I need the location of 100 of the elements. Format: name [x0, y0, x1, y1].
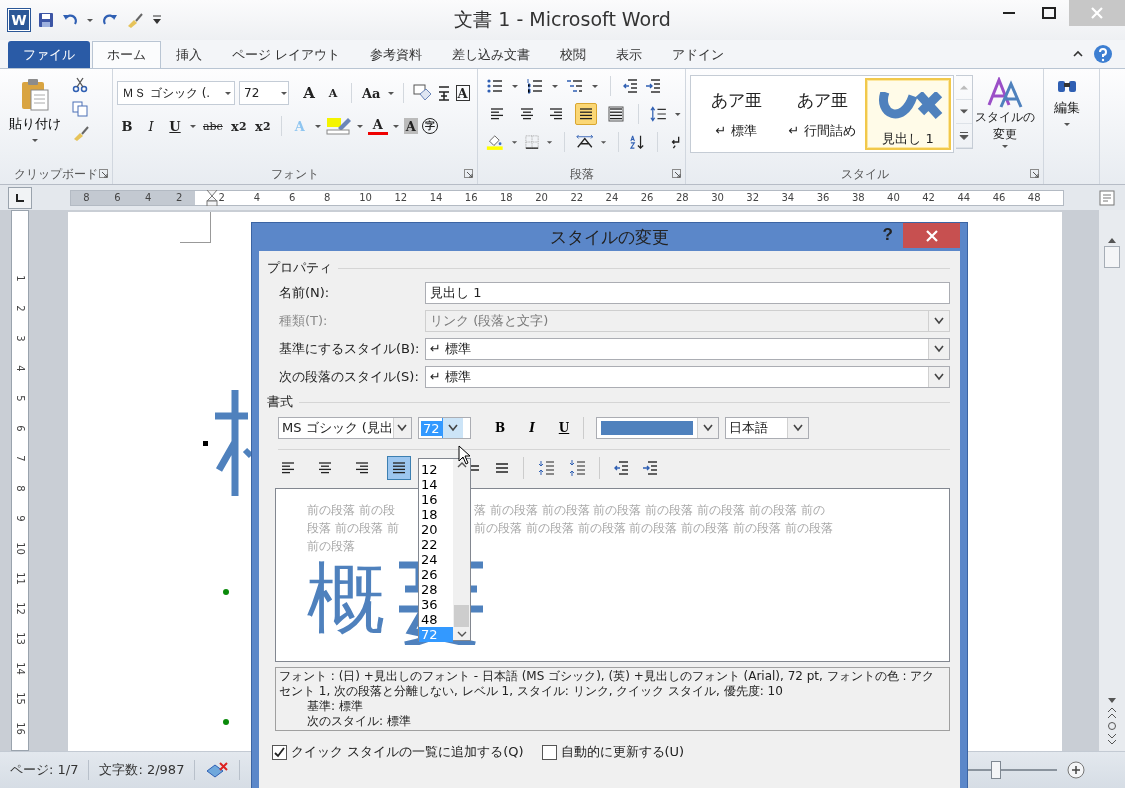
strikethrough-button[interactable]: abc: [201, 115, 225, 137]
size-option[interactable]: 48: [419, 612, 453, 627]
text-spacing-icon[interactable]: [575, 134, 594, 150]
ruler-toggle-icon[interactable]: [1099, 189, 1115, 206]
dialog-launcher-icon[interactable]: [99, 169, 108, 178]
caret-icon[interactable]: [86, 16, 94, 24]
font-size-combo[interactable]: 72: [239, 81, 289, 105]
numbering-icon[interactable]: [526, 78, 544, 94]
font-color-button[interactable]: A: [367, 117, 388, 135]
grow-font-button[interactable]: A: [299, 82, 319, 104]
size-option[interactable]: 22: [419, 537, 453, 552]
ribbon-tab[interactable]: ページ レイアウト: [217, 41, 356, 68]
language-dropdown[interactable]: 日本語: [725, 417, 809, 439]
scroll-down-icon[interactable]: [1107, 697, 1117, 705]
scroll-up-icon[interactable]: [1107, 236, 1117, 244]
caret-icon[interactable]: [355, 122, 364, 130]
save-icon[interactable]: [38, 12, 54, 28]
ribbon-tab[interactable]: 表示: [601, 41, 658, 68]
bold-button[interactable]: B: [487, 417, 513, 439]
italic-button[interactable]: I: [141, 115, 161, 137]
increase-indent-icon[interactable]: [645, 78, 661, 94]
caret-icon[interactable]: [189, 122, 197, 130]
previous-page-icon[interactable]: [1107, 707, 1117, 719]
file-tab[interactable]: ファイル: [8, 41, 90, 68]
style-gallery-item[interactable]: あア亜 ↵ 行間詰め: [779, 78, 865, 150]
dialog-launcher-icon[interactable]: [464, 169, 473, 178]
page-count[interactable]: ページ: 1/7: [10, 761, 79, 779]
decrease-indent-icon[interactable]: [622, 78, 638, 94]
scroll-thumb[interactable]: [1104, 246, 1120, 268]
caret-icon[interactable]: [224, 89, 232, 97]
zoom-thumb[interactable]: [990, 761, 1001, 779]
brush-icon[interactable]: [126, 12, 144, 28]
decrease-spacing-icon[interactable]: [568, 459, 586, 477]
size-option[interactable]: 18: [419, 507, 453, 522]
increase-indent-icon[interactable]: [642, 460, 658, 476]
decrease-indent-icon[interactable]: [613, 460, 629, 476]
italic-button[interactable]: I: [519, 417, 545, 439]
font-name-combo[interactable]: ＭＳ ゴシック (.: [117, 81, 235, 105]
caret-icon[interactable]: [673, 110, 682, 118]
proofing-icon[interactable]: [205, 761, 230, 779]
caret-icon[interactable]: [391, 122, 400, 130]
tab-selector[interactable]: [8, 186, 32, 209]
size-option[interactable]: 16: [419, 492, 453, 507]
caret-icon[interactable]: [280, 89, 288, 97]
ribbon-tab[interactable]: アドイン: [657, 41, 740, 68]
change-case-button[interactable]: Aa: [360, 82, 383, 104]
ribbon-tab[interactable]: 参考資料: [355, 41, 438, 68]
size-option[interactable]: 36: [419, 597, 453, 612]
font-color-dropdown[interactable]: [596, 417, 719, 439]
caret-icon[interactable]: [600, 138, 608, 146]
caret-icon[interactable]: [313, 122, 322, 130]
style-gallery-item[interactable]: あア亜 ↵ 標準: [693, 78, 779, 150]
paste-button[interactable]: 貼り付け: [4, 73, 66, 164]
character-border-button[interactable]: A: [455, 85, 470, 101]
ribbon-tab[interactable]: ホーム: [92, 41, 161, 68]
checkbox-label[interactable]: 自動的に更新する(U): [560, 743, 685, 761]
checkbox[interactable]: [541, 744, 557, 760]
shrink-font-button[interactable]: A: [323, 82, 343, 104]
size-option[interactable]: 26: [419, 567, 453, 582]
caret-icon[interactable]: [386, 89, 395, 97]
help-icon[interactable]: [1093, 44, 1113, 64]
underline-button[interactable]: U: [165, 115, 185, 137]
bold-button[interactable]: B: [117, 115, 137, 137]
word-count[interactable]: 文字数: 2/987: [99, 761, 185, 779]
copy-icon[interactable]: [72, 101, 88, 117]
ribbon-tab[interactable]: 挿入: [161, 41, 217, 68]
customize-caret-icon[interactable]: [152, 14, 162, 26]
editing-button[interactable]: 編集: [1048, 73, 1086, 164]
paint-bucket-icon[interactable]: [486, 133, 504, 151]
bullets-icon[interactable]: [486, 78, 504, 94]
brush-icon[interactable]: [72, 125, 90, 141]
caret-icon[interactable]: [545, 138, 553, 146]
scroll-thumb[interactable]: [454, 605, 469, 627]
scissors-icon[interactable]: [72, 77, 88, 93]
character-shading-button[interactable]: A: [403, 118, 418, 134]
increase-spacing-icon[interactable]: [537, 459, 555, 477]
input-field[interactable]: 見出し 1: [425, 282, 950, 304]
size-option[interactable]: 20: [419, 522, 453, 537]
checkbox-label[interactable]: クイック スタイルの一覧に追加する(Q): [291, 743, 524, 761]
collapse-ribbon-icon[interactable]: [1073, 50, 1083, 58]
sort-icon[interactable]: [630, 133, 646, 151]
size-option[interactable]: 14: [419, 477, 453, 492]
size-option[interactable]: 12: [419, 462, 453, 477]
change-styles-button[interactable]: スタイルの 変更: [975, 75, 1035, 152]
dropdown-field[interactable]: ↵ 標準: [425, 366, 950, 388]
multilevel-list-icon[interactable]: [566, 78, 584, 94]
underline-button[interactable]: U: [551, 417, 577, 439]
highlighter-icon[interactable]: [325, 117, 352, 135]
size-option[interactable]: 24: [419, 552, 453, 567]
size-option[interactable]: 28: [419, 582, 453, 597]
dialog-launcher-icon[interactable]: [672, 169, 681, 178]
align-justify-button[interactable]: [387, 456, 411, 480]
checkbox[interactable]: [272, 744, 287, 760]
caret-icon[interactable]: [591, 82, 599, 90]
line-spacing-icon[interactable]: [649, 106, 667, 122]
scroll-down-icon[interactable]: [456, 631, 467, 638]
dialog-launcher-icon[interactable]: [1030, 169, 1039, 178]
ribbon-tab[interactable]: 校閲: [545, 41, 602, 68]
close-button[interactable]: [903, 223, 960, 248]
next-page-icon[interactable]: [1107, 733, 1117, 745]
